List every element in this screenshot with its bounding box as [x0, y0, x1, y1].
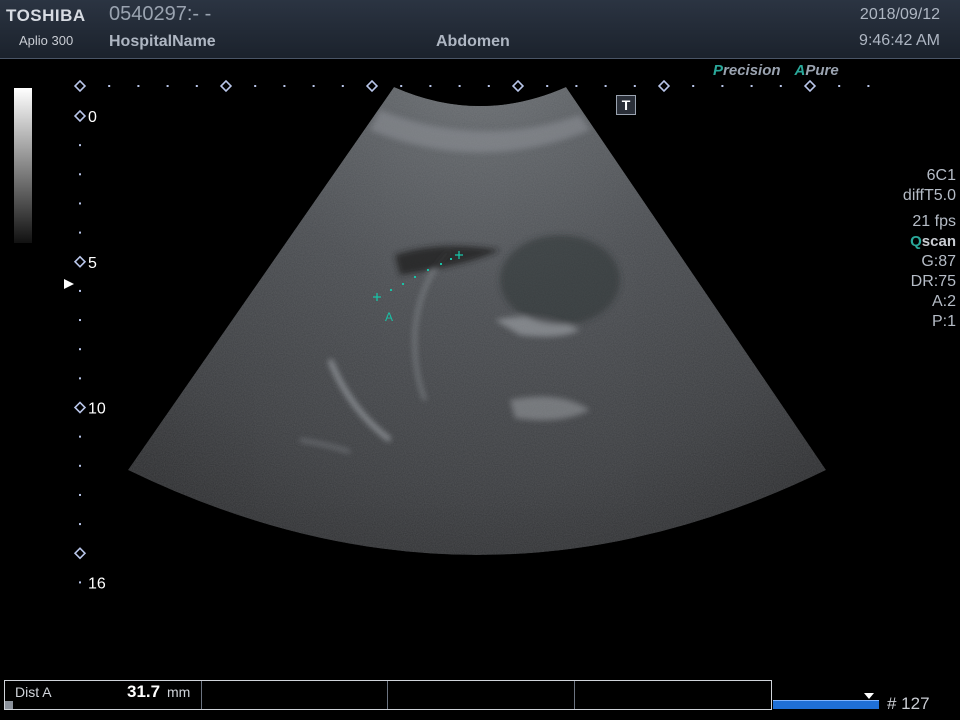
p-value: P:1: [931, 313, 956, 330]
hospital-name: HospitalName: [109, 33, 216, 50]
cine-position-marker[interactable]: [864, 693, 874, 699]
lateral-scale-minor-tick: [312, 85, 315, 87]
depth-scale-label: 16: [88, 575, 106, 592]
lateral-scale-major-tick: [657, 79, 671, 93]
depth-scale-minor-tick: [79, 435, 81, 438]
lateral-scale-major-tick: [219, 79, 233, 93]
lateral-scale-minor-tick: [458, 85, 461, 87]
depth-scale-label: 5: [88, 255, 97, 272]
probe-type: 6C1: [926, 167, 956, 184]
depth-scale-minor-tick: [79, 173, 81, 176]
depth-scale-label: 10: [88, 401, 106, 418]
measurement-label: Dist A: [15, 684, 52, 700]
depth-scale-major-tick: [73, 109, 87, 123]
measurement-value: 31.7: [127, 682, 161, 701]
depth-scale-major-tick: [73, 255, 87, 268]
measurement-cell[interactable]: Dist A 31.7 mm: [5, 681, 202, 709]
patient-id: 0540297:- -: [109, 3, 212, 25]
measurement-unit: mm: [167, 684, 191, 700]
exam-date: 2018/09/12: [859, 6, 940, 23]
ultrasound-image-area[interactable]: 0 5 10 16 A: [0, 59, 960, 679]
lateral-scale-minor-tick: [604, 85, 607, 87]
focus-marker[interactable]: [64, 279, 74, 289]
depth-scale-minor-tick: [79, 523, 81, 526]
brand-logo: TOSHIBA: [6, 6, 86, 25]
depth-scale-major-tick: [73, 401, 87, 414]
depth-scale-minor-tick: [79, 348, 81, 351]
apure-prefix: A: [794, 62, 806, 79]
depth-scale: 0 5 10 16: [73, 109, 106, 592]
depth-scale-major-tick: [73, 547, 87, 560]
lateral-scale-minor-tick: [283, 85, 286, 87]
lateral-scale-major-tick: [511, 79, 525, 93]
apure-label: Pure: [805, 62, 839, 79]
lateral-scale-minor-tick: [838, 85, 841, 87]
measurement-cell-empty[interactable]: [575, 681, 771, 709]
lateral-scale-minor-tick: [400, 85, 403, 87]
lateral-scale-major-tick: [803, 79, 817, 93]
caliper-label: A: [385, 310, 393, 324]
qscan-rest: scan: [921, 233, 956, 250]
lateral-scale-major-tick: [365, 79, 379, 93]
lateral-scale-minor-tick: [137, 85, 140, 87]
frame-number: # 127: [887, 694, 930, 713]
parameter-panel: 6C1 diffT5.0 21 fps Qscan G:87 DR:75 A:2…: [903, 166, 956, 332]
depth-scale-label: 0: [88, 109, 97, 126]
lateral-scale: [73, 79, 870, 93]
cell-corner-mark: [5, 701, 13, 709]
depth-scale-minor-tick: [79, 377, 81, 380]
exam-type: Abdomen: [436, 33, 510, 50]
depth-scale-minor-tick: [79, 144, 81, 147]
ultrasound-image[interactable]: 0 5 10 16 A: [0, 59, 960, 679]
imaging-mode: diffT5.0: [902, 187, 956, 204]
lateral-scale-minor-tick: [575, 85, 578, 87]
lateral-scale-minor-tick: [867, 85, 870, 87]
lateral-scale-major-tick: [73, 79, 87, 93]
header-bar: TOSHIBA Aplio 300 0540297:- - HospitalNa…: [0, 0, 960, 59]
grayscale-bar: [14, 88, 32, 243]
measurement-bar: Dist A 31.7 mm: [4, 680, 772, 710]
dynamic-range-value: DR:75: [910, 273, 956, 290]
measurement-cell-empty[interactable]: [388, 681, 575, 709]
cine-progress-bar[interactable]: [773, 700, 879, 709]
lateral-scale-minor-tick: [195, 85, 198, 87]
depth-scale-minor-tick: [79, 202, 81, 205]
depth-scale-minor-tick: [79, 581, 81, 584]
ultrasound-sector: [128, 87, 826, 555]
qscan-prefix: Q: [910, 233, 922, 250]
lateral-scale-minor-tick: [721, 85, 724, 87]
frame-rate: 21 fps: [912, 213, 956, 230]
depth-scale-minor-tick: [79, 231, 81, 234]
depth-scale-minor-tick: [79, 493, 81, 496]
lateral-scale-minor-tick: [633, 85, 636, 87]
depth-scale-minor-tick: [79, 319, 81, 322]
depth-scale-minor-tick: [79, 464, 81, 467]
qscan-label: Qscan: [903, 232, 956, 252]
measurement-cell-empty[interactable]: [202, 681, 388, 709]
lateral-scale-minor-tick: [487, 85, 490, 87]
a-value: A:2: [931, 293, 956, 310]
gain-value: G:87: [921, 253, 956, 270]
lateral-scale-minor-tick: [546, 85, 549, 87]
lateral-scale-minor-tick: [750, 85, 753, 87]
exam-time: 9:46:42 AM: [859, 32, 940, 49]
lateral-scale-minor-tick: [692, 85, 695, 87]
lateral-scale-minor-tick: [341, 85, 344, 87]
lateral-scale-minor-tick: [108, 85, 111, 87]
depth-scale-minor-tick: [79, 289, 81, 292]
imaging-modes: Precision APure: [713, 62, 839, 79]
lateral-scale-minor-tick: [779, 85, 782, 87]
lateral-scale-minor-tick: [166, 85, 169, 87]
lateral-scale-minor-tick: [254, 85, 257, 87]
orientation-t-icon[interactable]: T: [616, 95, 636, 115]
precision-label: recision: [723, 62, 781, 79]
model-name: Aplio 300: [19, 33, 74, 48]
precision-prefix: P: [713, 62, 724, 79]
lateral-scale-minor-tick: [429, 85, 432, 87]
